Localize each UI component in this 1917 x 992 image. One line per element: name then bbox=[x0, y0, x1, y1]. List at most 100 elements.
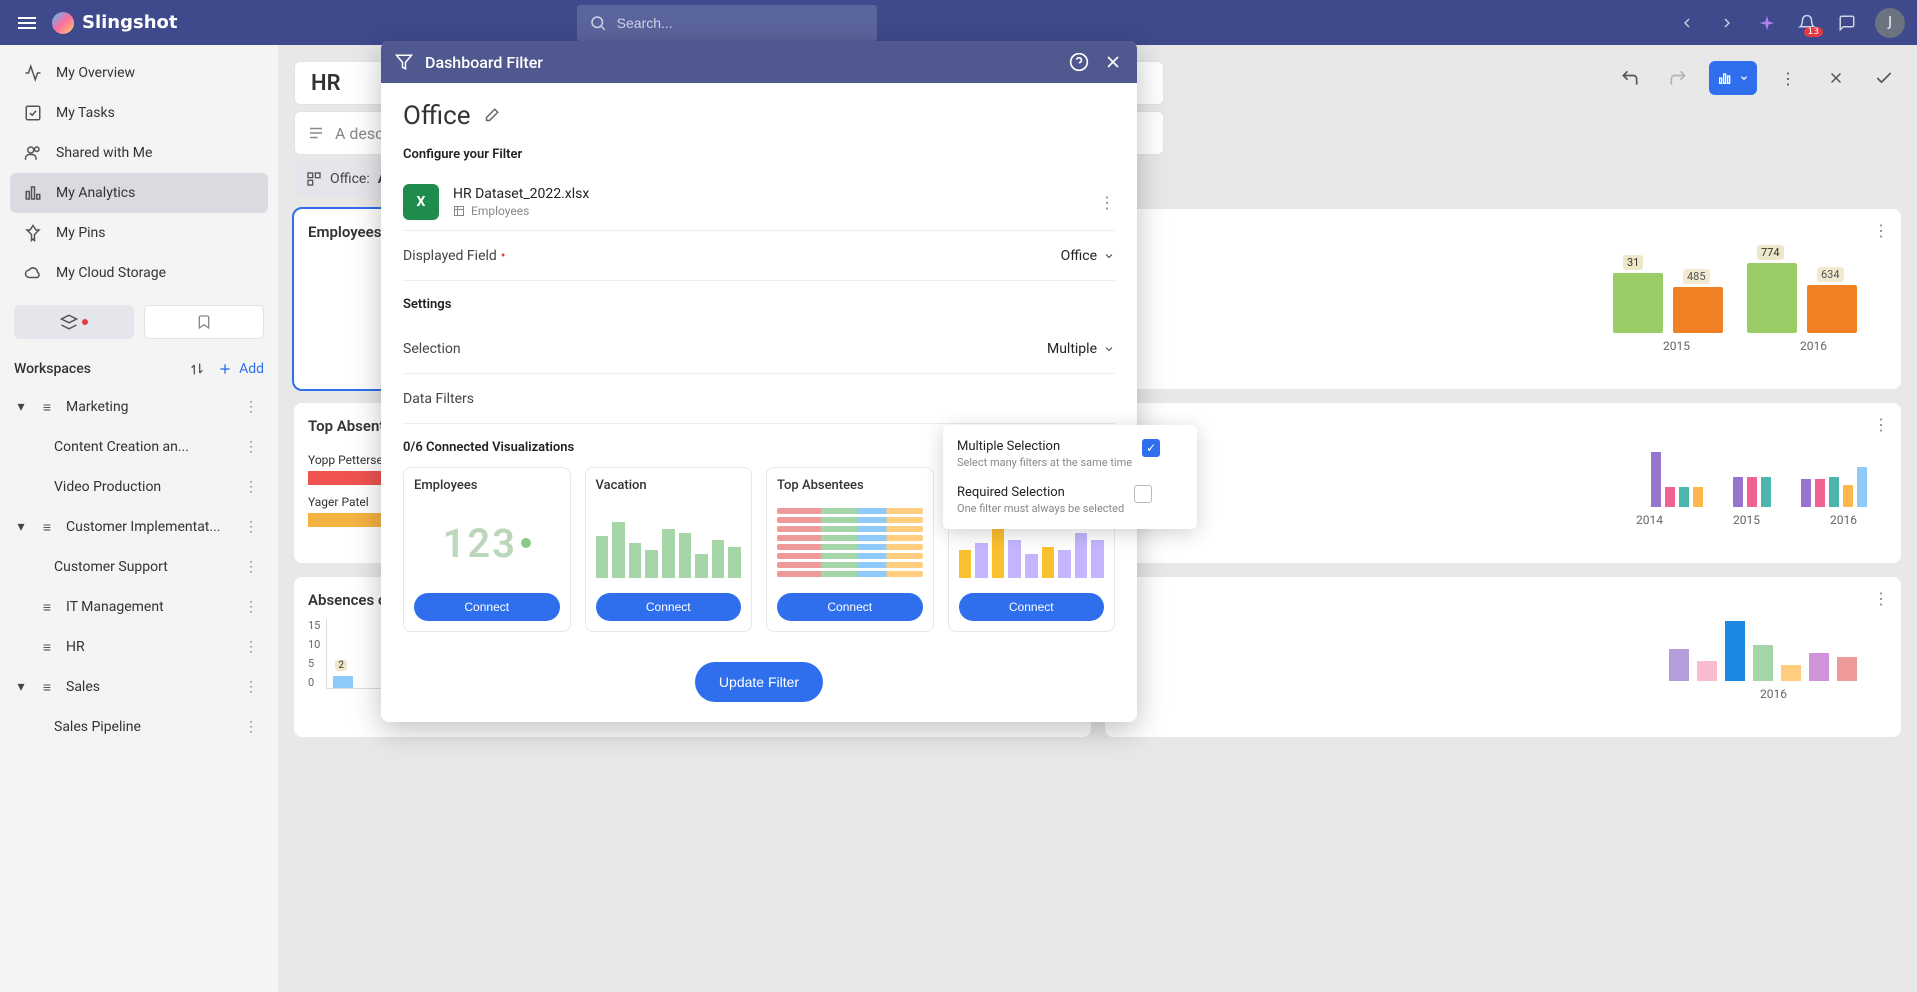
chevron-down-icon: ▾ bbox=[14, 679, 28, 695]
dots-icon[interactable]: ⋮ bbox=[238, 679, 264, 695]
ws-hr[interactable]: ▾≡HR⋮ bbox=[10, 627, 268, 667]
ws-customer-support[interactable]: Customer Support⋮ bbox=[10, 547, 268, 587]
sidebar-tool-row bbox=[14, 305, 264, 339]
connect-button[interactable]: Connect bbox=[596, 593, 742, 621]
ws-video-production[interactable]: Video Production⋮ bbox=[10, 467, 268, 507]
sort-icon[interactable] bbox=[189, 361, 205, 377]
global-search[interactable] bbox=[577, 5, 877, 41]
dots-icon[interactable]: ⋮ bbox=[238, 639, 264, 655]
popover-required-selection[interactable]: Required SelectionOne filter must always… bbox=[943, 477, 1197, 523]
layers-icon: ≡ bbox=[38, 679, 56, 696]
search-icon bbox=[589, 14, 607, 32]
chevron-down-icon: ▾ bbox=[14, 519, 28, 535]
modal-title: Dashboard Filter bbox=[425, 53, 543, 72]
nav-cloud[interactable]: My Cloud Storage bbox=[10, 253, 268, 293]
search-input[interactable] bbox=[617, 15, 865, 31]
ws-it-management[interactable]: ▾≡IT Management⋮ bbox=[10, 587, 268, 627]
filter-icon bbox=[395, 53, 413, 71]
app-header: Slingshot 13 J bbox=[0, 0, 1917, 45]
accept-button[interactable] bbox=[1867, 61, 1901, 95]
connect-button[interactable]: Connect bbox=[777, 593, 923, 621]
bell-icon[interactable]: 13 bbox=[1795, 11, 1819, 35]
nav-prev-icon[interactable] bbox=[1675, 11, 1699, 35]
dots-icon[interactable]: ⋮ bbox=[238, 559, 264, 575]
dots-icon[interactable]: ⋮ bbox=[238, 519, 264, 535]
nav-my-pins[interactable]: My Pins bbox=[10, 213, 268, 253]
ws-sales[interactable]: ▾≡Sales⋮ bbox=[10, 667, 268, 707]
layers-icon: ≡ bbox=[38, 599, 56, 616]
dots-icon[interactable]: ⋮ bbox=[238, 719, 264, 735]
undo-button[interactable] bbox=[1613, 61, 1647, 95]
ws-customer-impl[interactable]: ▾≡Customer Implementat...⋮ bbox=[10, 507, 268, 547]
datasource-row: X HR Dataset_2022.xlsx Employees ⋮ bbox=[403, 174, 1115, 231]
sidebar: My Overview My Tasks Shared with Me My A… bbox=[0, 45, 278, 992]
dots-icon[interactable]: ⋮ bbox=[238, 399, 264, 415]
workspaces-header: Workspaces Add bbox=[10, 351, 268, 387]
hamburger-icon[interactable] bbox=[12, 11, 42, 35]
edit-icon[interactable] bbox=[482, 107, 500, 125]
logo-icon bbox=[52, 12, 74, 34]
data-filters-row[interactable]: Data Filters bbox=[403, 374, 1115, 424]
close-icon[interactable] bbox=[1103, 52, 1123, 72]
ws-content-creation[interactable]: Content Creation an...⋮ bbox=[10, 427, 268, 467]
card-bottom-right[interactable]: ⋮ 2016 bbox=[1105, 577, 1902, 737]
avatar[interactable]: J bbox=[1875, 8, 1905, 38]
card-stacked-years[interactable]: ⋮ 31 485 774 634 20152016 bbox=[1105, 209, 1902, 389]
ws-sales-pipeline[interactable]: Sales Pipeline⋮ bbox=[10, 707, 268, 747]
layers-toggle[interactable] bbox=[14, 305, 134, 339]
nav-next-icon[interactable] bbox=[1715, 11, 1739, 35]
chevron-down-icon bbox=[1103, 343, 1115, 355]
pin-icon bbox=[24, 224, 42, 242]
dashboard-filter-modal: Dashboard Filter Office Configure your F… bbox=[381, 41, 1137, 722]
dots-icon[interactable]: ⋮ bbox=[238, 599, 264, 615]
dots-icon[interactable]: ⋮ bbox=[238, 439, 264, 455]
layers-icon: ≡ bbox=[38, 519, 56, 536]
displayed-field-row[interactable]: Displayed Field• Office bbox=[403, 231, 1115, 281]
chevron-down-icon bbox=[1103, 250, 1115, 262]
bookmark-toggle[interactable] bbox=[144, 305, 264, 339]
chat-icon[interactable] bbox=[1835, 11, 1859, 35]
dots-icon[interactable]: ⋮ bbox=[1873, 221, 1889, 240]
connect-button[interactable]: Connect bbox=[414, 593, 560, 621]
popover-multiple-selection[interactable]: Multiple SelectionSelect many filters at… bbox=[943, 431, 1197, 477]
cloud-icon bbox=[24, 264, 42, 282]
selection-popover: Multiple SelectionSelect many filters at… bbox=[943, 425, 1197, 529]
dots-icon[interactable]: ⋮ bbox=[238, 479, 264, 495]
configure-label: Configure your Filter bbox=[403, 147, 1115, 162]
checkbox-unchecked-icon[interactable] bbox=[1134, 485, 1152, 503]
nav-my-overview[interactable]: My Overview bbox=[10, 53, 268, 93]
nav-my-analytics[interactable]: My Analytics bbox=[10, 173, 268, 213]
layers-icon: ≡ bbox=[38, 399, 56, 416]
dots-icon[interactable]: ⋮ bbox=[1873, 415, 1889, 434]
dots-icon[interactable]: ⋮ bbox=[1873, 589, 1889, 608]
brand-logo[interactable]: Slingshot bbox=[52, 12, 178, 34]
datasource-name: HR Dataset_2022.xlsx bbox=[453, 186, 589, 202]
settings-label: Settings bbox=[403, 297, 1115, 312]
card-hires[interactable]: ⋮ 201420152016 bbox=[1105, 403, 1902, 563]
users-icon bbox=[24, 144, 42, 162]
notification-badge: 13 bbox=[1804, 27, 1823, 37]
connect-button[interactable]: Connect bbox=[959, 593, 1105, 621]
add-workspace-button[interactable]: Add bbox=[217, 361, 264, 377]
viz-employees: Employees 123 Connect bbox=[403, 467, 571, 632]
ws-marketing[interactable]: ▾≡Marketing⋮ bbox=[10, 387, 268, 427]
check-square-icon bbox=[24, 104, 42, 122]
close-button[interactable] bbox=[1819, 61, 1853, 95]
more-button[interactable]: ⋮ bbox=[1771, 61, 1805, 95]
brand-text: Slingshot bbox=[82, 12, 178, 33]
help-icon[interactable] bbox=[1069, 52, 1089, 72]
filter-name: Office bbox=[403, 101, 470, 131]
add-chart-button[interactable] bbox=[1709, 61, 1757, 95]
viz-vacation: Vacation Connect bbox=[585, 467, 753, 632]
board-actions: ⋮ bbox=[1613, 61, 1901, 95]
chevron-down-icon: ▾ bbox=[14, 399, 28, 415]
update-filter-button[interactable]: Update Filter bbox=[695, 662, 823, 702]
layers-icon: ≡ bbox=[38, 639, 56, 656]
selection-row[interactable]: Selection Multiple bbox=[403, 324, 1115, 374]
redo-button[interactable] bbox=[1661, 61, 1695, 95]
sparkle-icon[interactable] bbox=[1755, 11, 1779, 35]
dots-icon[interactable]: ⋮ bbox=[1099, 193, 1115, 212]
checkbox-checked-icon[interactable]: ✓ bbox=[1142, 439, 1160, 457]
nav-my-tasks[interactable]: My Tasks bbox=[10, 93, 268, 133]
nav-shared[interactable]: Shared with Me bbox=[10, 133, 268, 173]
